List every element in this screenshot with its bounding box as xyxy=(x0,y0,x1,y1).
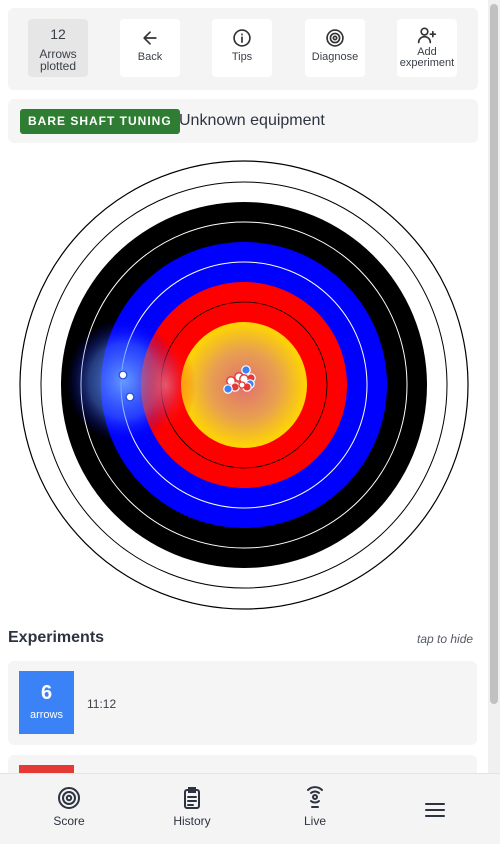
nav-item-score-label: Score xyxy=(53,814,85,828)
scrollbar[interactable] xyxy=(488,0,500,844)
back-button-label: Back xyxy=(137,51,163,63)
experiments-toggle[interactable]: tap to hide xyxy=(417,632,473,646)
experiment-card[interactable]: 6 arrows 11:12 xyxy=(8,661,477,745)
clipboard-icon xyxy=(184,787,200,809)
experiments-title: Experiments xyxy=(8,629,105,646)
experiment-time: 11:12 xyxy=(87,697,117,711)
arrow-marker[interactable] xyxy=(238,381,246,389)
tips-button[interactable]: Tips xyxy=(212,19,272,77)
toolbar: 12 Arrows plotted Back Tips Diagnose Add… xyxy=(8,8,478,90)
arrow-marker[interactable] xyxy=(223,384,233,394)
experiment-tile: 6 arrows xyxy=(19,671,74,734)
experiment-arrow-count: 6 xyxy=(40,682,53,704)
arrow-count: 12 Arrows plotted xyxy=(28,19,88,77)
info-icon xyxy=(233,29,251,47)
scrollbar-thumb[interactable] xyxy=(490,4,498,704)
arrow-marker[interactable] xyxy=(125,392,135,402)
nav-item-history-label: History xyxy=(173,814,211,828)
arrow-marker[interactable] xyxy=(241,365,251,375)
diagnose-button-label: Diagnose xyxy=(311,51,359,63)
arrow-left-icon xyxy=(143,31,157,45)
bottom-nav: Score History Live xyxy=(0,773,500,844)
nav-item-menu[interactable] xyxy=(374,774,496,844)
target-icon xyxy=(58,787,80,809)
experiment-arrow-unit: arrows xyxy=(29,709,63,721)
session-type-badge: BARE SHAFT TUNING xyxy=(20,109,180,134)
nav-item-history[interactable]: History xyxy=(131,774,253,844)
nav-item-live-label: Live xyxy=(303,814,326,828)
target-icon xyxy=(326,29,344,47)
add-experiment-button[interactable]: Add experiment xyxy=(397,19,457,77)
equipment-name[interactable]: Unknown equipment xyxy=(179,112,325,130)
arrow-count-label: Arrows plotted xyxy=(39,47,77,73)
nav-item-score[interactable]: Score xyxy=(8,774,130,844)
menu-icon xyxy=(425,803,445,817)
arrow-marker[interactable] xyxy=(118,370,128,380)
nav-item-live[interactable]: Live xyxy=(254,774,376,844)
add-experiment-button-label: Add experiment xyxy=(399,46,455,69)
arrow-count-value: 12 xyxy=(50,26,66,42)
add-user-icon xyxy=(417,27,437,44)
broadcast-icon xyxy=(307,786,323,808)
tips-button-label: Tips xyxy=(231,51,253,63)
session-header: BARE SHAFT TUNING Unknown equipment xyxy=(8,99,478,143)
target-face[interactable] xyxy=(18,159,470,611)
back-button[interactable]: Back xyxy=(120,19,180,77)
diagnose-button[interactable]: Diagnose xyxy=(305,19,365,77)
